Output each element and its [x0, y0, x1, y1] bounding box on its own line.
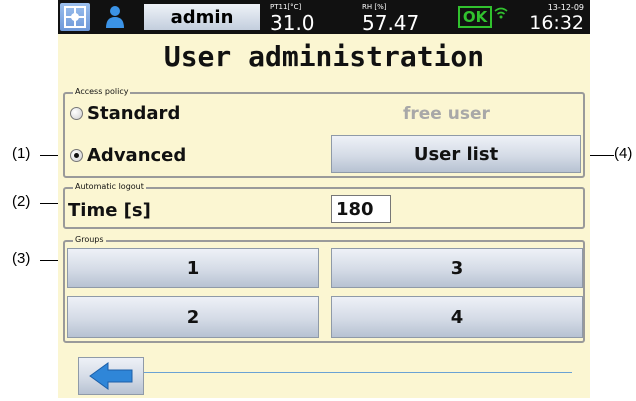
- radio-advanced[interactable]: Advanced: [70, 145, 186, 166]
- page-title: User administration: [163, 40, 485, 73]
- time-text: 16:32: [529, 12, 584, 34]
- access-policy-label: Access policy: [73, 87, 131, 97]
- wifi-icon: [494, 4, 508, 19]
- callout-3: (3): [12, 250, 31, 267]
- callout-4: (4): [614, 145, 633, 162]
- logo-icon[interactable]: [60, 3, 90, 31]
- back-arrow-icon: [88, 361, 134, 391]
- time-label: Time [s]: [68, 200, 151, 221]
- radio-advanced-label: Advanced: [87, 145, 187, 166]
- logout-time-input[interactable]: 180: [331, 195, 391, 223]
- radio-standard[interactable]: Standard: [70, 103, 180, 124]
- status-bar: admin PT11[°C] 31.0 RH [%] 57.47 OK 13-1…: [58, 0, 590, 34]
- callout-1: (1): [12, 145, 31, 162]
- status-ok-badge[interactable]: OK: [458, 6, 492, 28]
- rh-value: 57.47: [362, 11, 420, 35]
- clock: 13-12-09 16:32: [529, 0, 584, 33]
- free-user-label: free user: [403, 104, 490, 124]
- back-button[interactable]: [78, 357, 144, 395]
- pt-value: 31.0: [270, 11, 315, 35]
- group-2-button[interactable]: 2: [67, 296, 319, 338]
- group-4-button[interactable]: 4: [331, 296, 583, 338]
- radio-standard-label: Standard: [87, 103, 181, 124]
- automatic-logout-label: Automatic logout: [73, 182, 146, 192]
- user-icon[interactable]: [102, 4, 128, 30]
- groups-label: Groups: [73, 235, 106, 245]
- divider-line: [144, 372, 572, 373]
- radio-button-checked[interactable]: [70, 149, 83, 162]
- group-3-button[interactable]: 3: [331, 248, 583, 288]
- rh-measurement: RH [%] 57.47: [362, 0, 419, 34]
- radio-button[interactable]: [70, 107, 83, 120]
- group-1-button[interactable]: 1: [67, 248, 319, 288]
- user-list-button[interactable]: User list: [331, 135, 581, 173]
- callout-2: (2): [12, 193, 31, 210]
- pt-measurement: PT11[°C] 31.0: [270, 0, 315, 34]
- current-user-button[interactable]: admin: [144, 4, 260, 30]
- device-screen: admin PT11[°C] 31.0 RH [%] 57.47 OK 13-1…: [58, 0, 590, 398]
